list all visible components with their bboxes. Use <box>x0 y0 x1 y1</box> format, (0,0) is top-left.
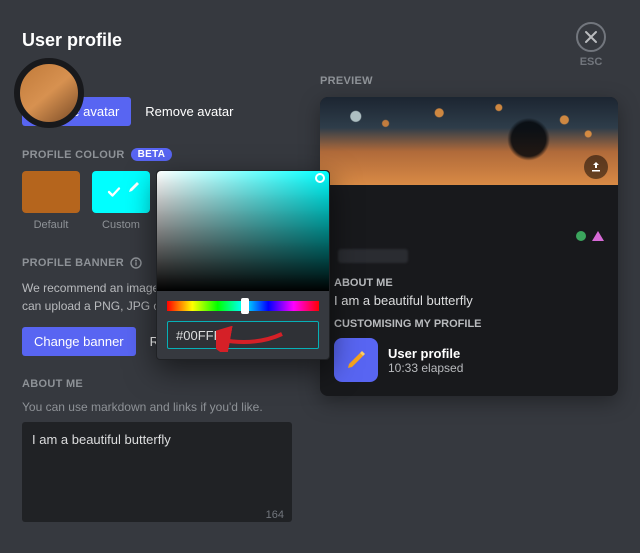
info-icon <box>130 257 142 269</box>
close-icon <box>584 30 598 44</box>
colour-picker-popover <box>156 170 330 360</box>
preview-card: ABOUT ME I am a beautiful butterfly CUST… <box>320 97 618 396</box>
close-group: ESC <box>576 22 606 68</box>
activity-icon <box>334 338 378 382</box>
profile-banner-header-label: PROFILE BANNER <box>22 257 124 269</box>
preview-header: PREVIEW <box>320 75 618 87</box>
close-label: ESC <box>580 56 603 68</box>
user-profile-modal: ESC User profile AVATAR Change avatar Re… <box>0 0 640 553</box>
about-me-input[interactable] <box>22 422 292 522</box>
colour-swatch-default-label: Default <box>34 219 69 231</box>
about-me-header: ABOUT ME <box>22 378 302 390</box>
gradient-cursor-icon <box>315 173 325 183</box>
hue-slider[interactable] <box>167 301 319 311</box>
activity-subtitle: 10:33 elapsed <box>388 361 463 375</box>
close-button[interactable] <box>576 22 606 52</box>
change-banner-button[interactable]: Change banner <box>22 327 136 356</box>
colour-swatch-custom-label: Custom <box>102 219 140 231</box>
check-icon <box>106 184 122 200</box>
page-title: User profile <box>22 30 618 51</box>
profile-colour-header: PROFILE COLOUR BETA <box>22 148 302 161</box>
beta-badge: BETA <box>131 148 173 161</box>
preview-column: PREVIEW ABOUT ME I am a beautiful butter… <box>320 69 618 527</box>
activity-title: User profile <box>388 346 463 361</box>
preview-activity: User profile 10:33 elapsed <box>334 338 604 382</box>
colour-swatch-custom[interactable] <box>92 171 150 213</box>
preview-about-text: I am a beautiful butterfly <box>334 293 604 308</box>
hex-input[interactable] <box>167 321 319 349</box>
about-me-help: You can use markdown and links if you'd … <box>22 400 302 414</box>
preview-about-header: ABOUT ME <box>334 277 604 289</box>
pencil-icon <box>344 348 368 372</box>
remove-avatar-button[interactable]: Remove avatar <box>145 97 233 126</box>
preview-customising-header: CUSTOMISING MY PROFILE <box>334 318 604 330</box>
eyedropper-icon <box>126 181 140 195</box>
hue-thumb-icon <box>241 298 249 314</box>
boost-triangle-icon <box>592 231 604 241</box>
profile-colour-header-label: PROFILE COLOUR <box>22 149 125 161</box>
colour-swatch-default[interactable] <box>22 171 80 213</box>
colour-gradient[interactable] <box>157 171 329 291</box>
preview-banner <box>320 97 618 185</box>
upload-icon <box>590 161 602 173</box>
preview-username-redacted <box>338 249 408 263</box>
status-dot-icon <box>576 231 586 241</box>
edit-banner-button[interactable] <box>584 155 608 179</box>
about-me-charcount: 164 <box>266 509 284 521</box>
